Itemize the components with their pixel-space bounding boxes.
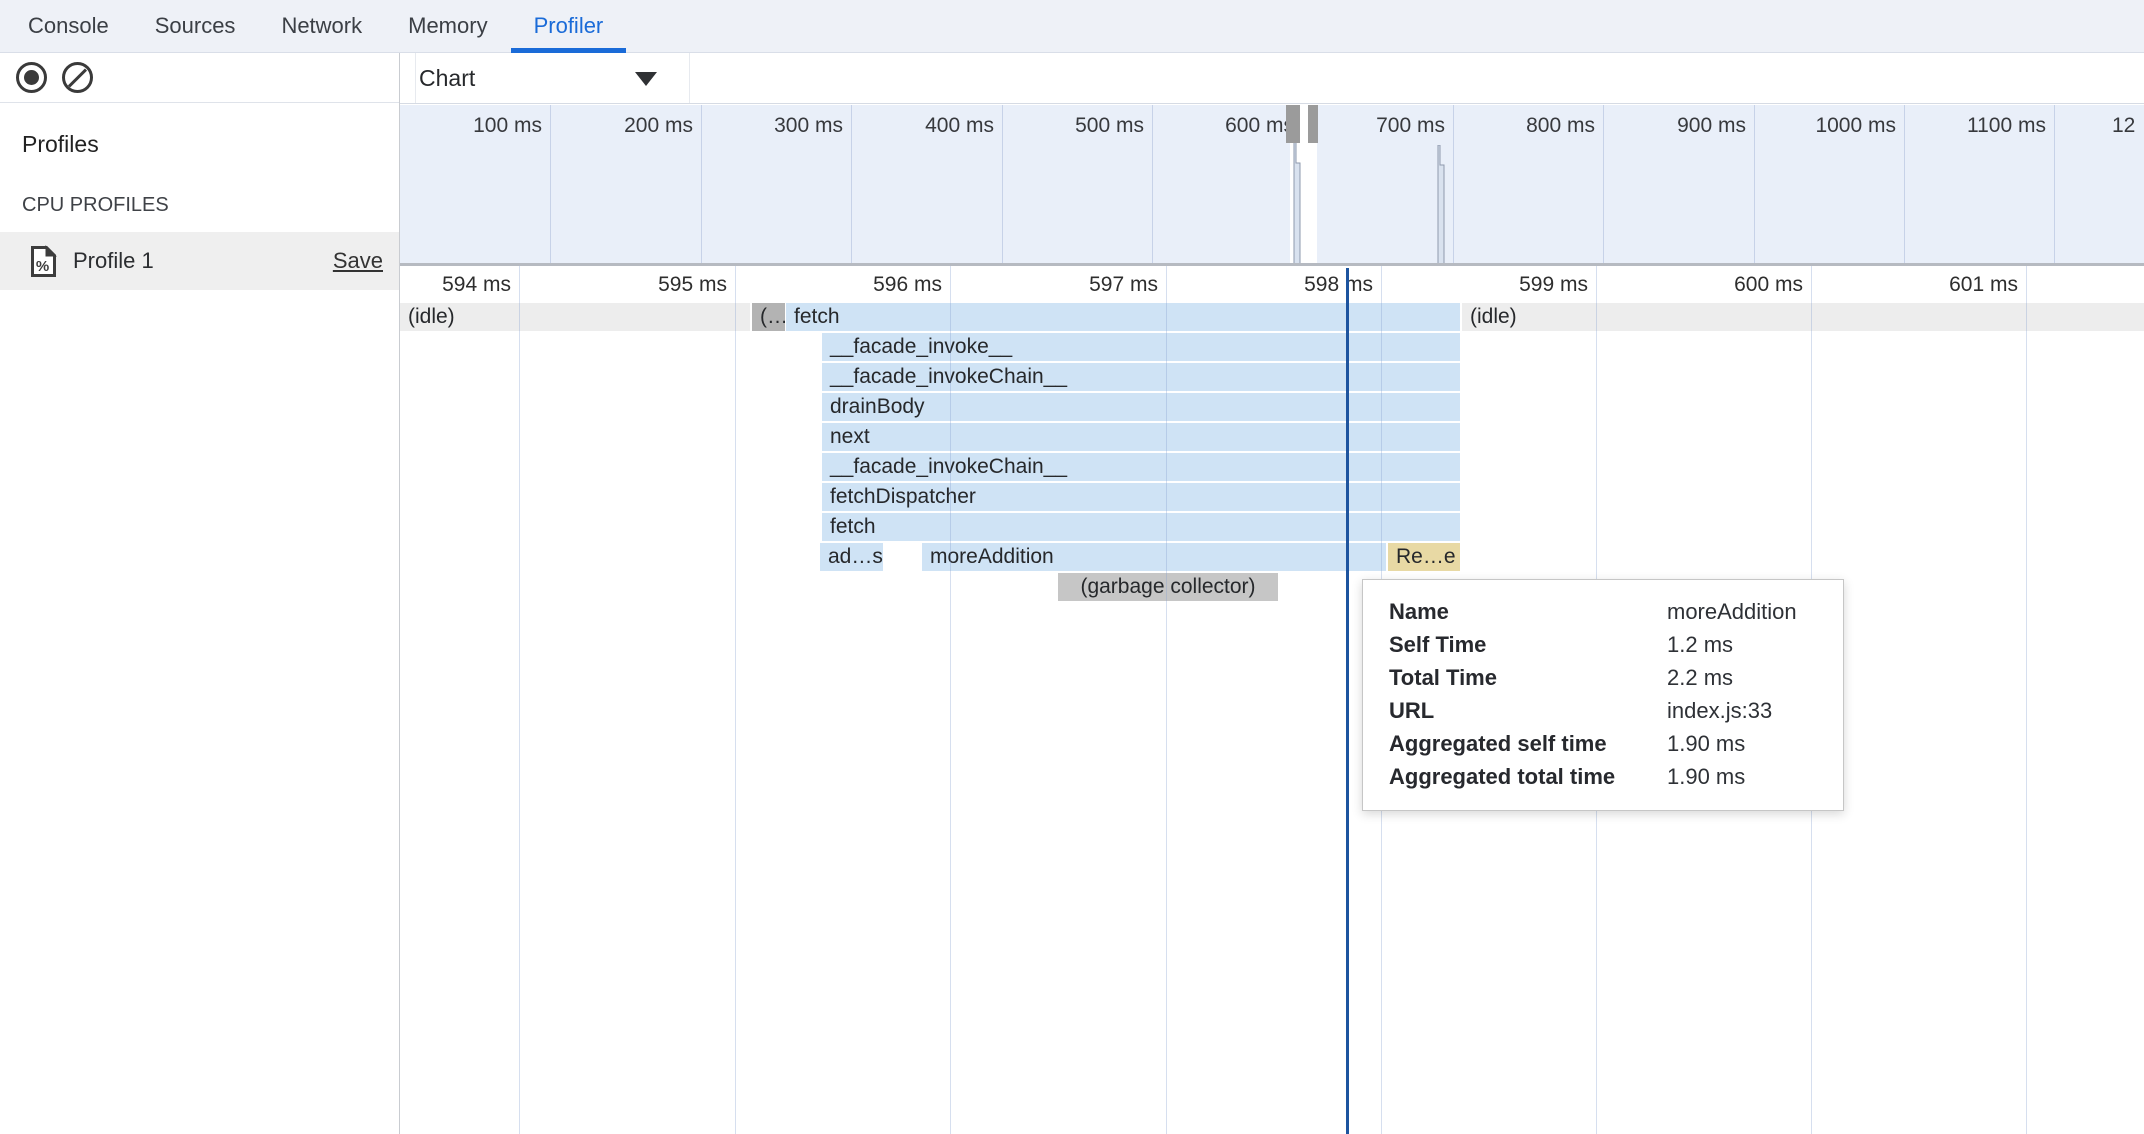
tab-profiler[interactable]: Profiler (511, 0, 627, 52)
flame-frame[interactable]: moreAddition (922, 543, 1386, 571)
selection-right-handle[interactable] (1308, 105, 1318, 143)
flame-frame[interactable]: (idle) (1462, 303, 2144, 331)
profile-document-icon: % (30, 245, 57, 278)
flame-frame-label: ad…s (820, 545, 883, 568)
profiler-main-panel: Chart 100 ms200 ms300 ms400 ms500 ms600 … (400, 53, 2144, 1134)
tooltip-label: Name (1389, 595, 1667, 628)
tab-memory[interactable]: Memory (385, 0, 510, 52)
tooltip-row: NamemoreAddition (1389, 595, 1817, 628)
tooltip-value: 1.2 ms (1667, 628, 1817, 661)
overview-timeline[interactable]: 100 ms200 ms300 ms400 ms500 ms600 ms700 … (400, 105, 2144, 266)
flame-frame-label: fetch (786, 305, 840, 328)
flame-frame-label: fetch (822, 515, 876, 538)
tooltip-label: Aggregated total time (1389, 760, 1667, 793)
cpu-spike (1437, 145, 1445, 266)
overview-tick-label: 500 ms (994, 114, 1144, 138)
detail-tick-label: 600 ms (1653, 273, 1803, 297)
flame-frame-label: next (822, 425, 870, 448)
overview-tick-label: 900 ms (1596, 114, 1746, 138)
tab-network[interactable]: Network (258, 0, 385, 52)
flame-frame[interactable]: (idle) (400, 303, 750, 331)
overview-tick-label: 300 ms (693, 114, 843, 138)
profiles-heading: Profiles (22, 131, 399, 158)
save-profile-link[interactable]: Save (333, 248, 383, 274)
tooltip-value: moreAddition (1667, 595, 1817, 628)
selection-left-handle[interactable] (1286, 105, 1300, 143)
flame-frame-label: Re…e (1388, 545, 1456, 568)
devtools-tab-bar: ConsoleSourcesNetworkMemoryProfiler (0, 0, 2144, 53)
view-mode-dropdown[interactable]: Chart (415, 53, 690, 103)
tooltip-value: 2.2 ms (1667, 661, 1817, 694)
flame-frame-label: (garbage collector) (1080, 575, 1255, 598)
clear-profiles-icon[interactable] (62, 62, 93, 93)
frame-tooltip: NamemoreAdditionSelf Time1.2 msTotal Tim… (1362, 579, 1844, 811)
tooltip-row: Aggregated self time1.90 ms (1389, 727, 1817, 760)
overview-tick-label: 1000 ms (1746, 114, 1896, 138)
flame-frame[interactable]: (… (752, 303, 785, 331)
tab-console[interactable]: Console (5, 0, 132, 52)
profile-list-item[interactable]: % Profile 1 Save (0, 232, 399, 290)
flame-frame[interactable]: next (822, 423, 1460, 451)
flame-frame-label: drainBody (822, 395, 925, 418)
detail-tick-label: 599 ms (1438, 273, 1588, 297)
flame-frame[interactable]: fetch (786, 303, 1460, 331)
tooltip-value: index.js:33 (1667, 694, 1817, 727)
tab-sources[interactable]: Sources (132, 0, 259, 52)
flame-frame-label: (idle) (400, 305, 455, 328)
svg-text:%: % (36, 258, 49, 275)
flame-frame-label: __facade_invokeChain__ (822, 455, 1067, 478)
view-mode-value: Chart (419, 65, 475, 92)
detail-tick-label: 598 ms (1223, 273, 1373, 297)
flame-frame-label: (idle) (1462, 305, 1517, 328)
tooltip-value: 1.90 ms (1667, 760, 1817, 793)
overview-tick-label: 400 ms (844, 114, 994, 138)
flame-chart: (idle)(…fetch(idle)__facade_invoke____fa… (400, 303, 2144, 1134)
profiler-toolbar: Chart (400, 53, 2144, 104)
profile-name: Profile 1 (73, 248, 317, 274)
tooltip-row: Self Time1.2 ms (1389, 628, 1817, 661)
detail-tick-label: 594 ms (400, 273, 511, 297)
tooltip-row: Total Time2.2 ms (1389, 661, 1817, 694)
cpu-profiles-section-label: CPU PROFILES (22, 194, 399, 217)
flame-frame[interactable]: (garbage collector) (1058, 573, 1278, 601)
overview-tick-label: 100 ms (400, 114, 542, 138)
flame-frame[interactable]: Re…e (1388, 543, 1460, 571)
overview-tick-label: 600 ms (1144, 114, 1294, 138)
chevron-down-icon (635, 72, 657, 86)
flame-frame-label: fetchDispatcher (822, 485, 976, 508)
overview-tick-label: 1100 ms (1896, 114, 2046, 138)
flame-frame[interactable]: __facade_invoke__ (822, 333, 1460, 361)
overview-tick-label: 12 (2112, 114, 2144, 138)
flame-frame[interactable]: __facade_invokeChain__ (822, 453, 1460, 481)
overview-tick-label: 800 ms (1445, 114, 1595, 138)
flame-frame[interactable]: fetch (822, 513, 1460, 541)
detail-tick-label: 595 ms (577, 273, 727, 297)
tooltip-row: URLindex.js:33 (1389, 694, 1817, 727)
tooltip-label: Total Time (1389, 661, 1667, 694)
tooltip-row: Aggregated total time1.90 ms (1389, 760, 1817, 793)
detail-time-ruler: 594 ms 595 ms 596 ms 597 ms 598 ms 599 ms 600 … (400, 266, 2144, 303)
detail-tick-label: 597 ms (1008, 273, 1158, 297)
profiles-sidebar: Profiles CPU PROFILES % Profile 1 Save (0, 53, 400, 1134)
flame-frame[interactable]: ad…s (820, 543, 883, 571)
flame-frame-label: (… (752, 305, 785, 328)
overview-tick-divider (2054, 105, 2055, 263)
overview-tick-label: 200 ms (543, 114, 693, 138)
detail-tick-label: 601 ms (1868, 273, 2018, 297)
tooltip-value: 1.90 ms (1667, 727, 1817, 760)
tooltip-label: URL (1389, 694, 1667, 727)
flame-frame[interactable]: fetchDispatcher (822, 483, 1460, 511)
record-profile-icon[interactable] (16, 62, 47, 93)
tooltip-label: Aggregated self time (1389, 727, 1667, 760)
sidebar-toolbar (0, 53, 399, 103)
flame-frame[interactable]: __facade_invokeChain__ (822, 363, 1460, 391)
flame-frame-label: __facade_invokeChain__ (822, 365, 1067, 388)
flame-frame-label: moreAddition (922, 545, 1054, 568)
devtools-profiler-panel: ConsoleSourcesNetworkMemoryProfiler Prof… (0, 0, 2144, 1134)
flame-frame-label: __facade_invoke__ (822, 335, 1012, 358)
flame-frame[interactable]: drainBody (822, 393, 1460, 421)
detail-tick-label: 596 ms (792, 273, 942, 297)
tooltip-label: Self Time (1389, 628, 1667, 661)
